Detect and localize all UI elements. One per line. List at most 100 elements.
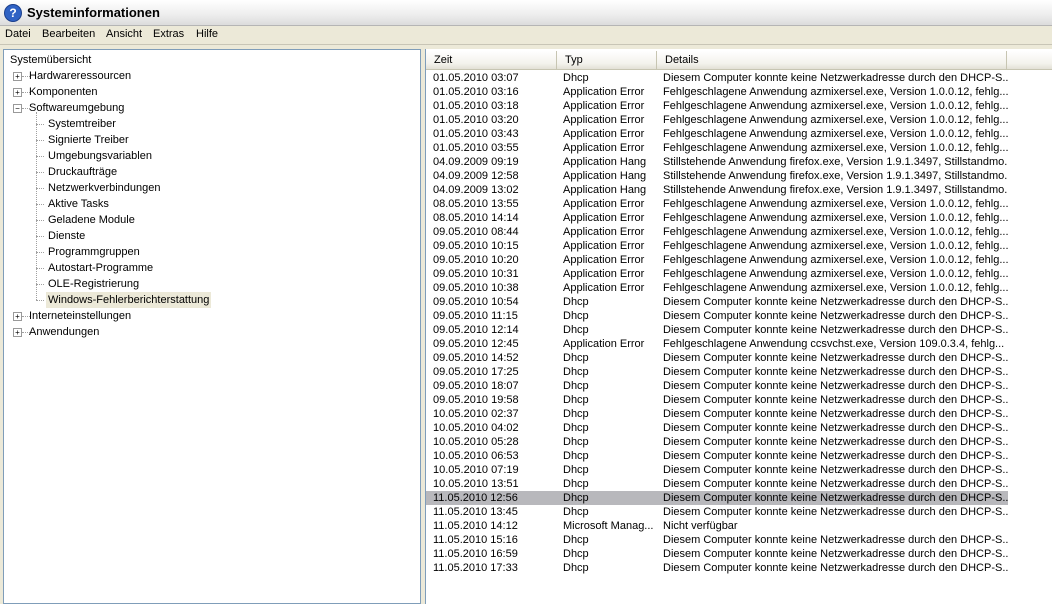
cell-zeit: 08.05.2010 14:14 (433, 212, 519, 224)
menu-extras[interactable]: Extras (153, 28, 184, 40)
column-header-typ[interactable]: Typ (557, 51, 657, 69)
cell-zeit: 11.05.2010 14:12 (433, 520, 518, 532)
table-row[interactable]: 09.05.2010 10:54 Dhcp Diesem Computer konn… (426, 295, 1008, 309)
tree-item-label: Geladene Module (48, 214, 135, 226)
expand-icon[interactable]: + (13, 88, 22, 97)
table-row[interactable]: 09.05.2010 10:31 Application Error Fehlges… (426, 267, 1008, 281)
table-row[interactable]: 11.05.2010 17:33 Dhcp Diesem Computer konn… (426, 561, 1008, 575)
cell-zeit: 10.05.2010 06:53 (433, 450, 519, 462)
cell-typ: Dhcp (563, 72, 589, 84)
cell-zeit: 09.05.2010 18:07 (433, 380, 519, 392)
column-header-zeit[interactable]: Zeit (426, 51, 557, 69)
table-row[interactable]: 11.05.2010 16:59 Dhcp Diesem Computer konn… (426, 547, 1008, 561)
tree-item-label: Interneteinstellungen (29, 310, 132, 322)
table-row[interactable]: 09.05.2010 08:44 Application Error Fehlges… (426, 225, 1008, 239)
cell-details: Fehlgeschlagene Anwendung azmixersel.exe… (663, 86, 1008, 98)
expand-icon[interactable]: + (13, 72, 22, 81)
cell-typ: Application Error (563, 114, 645, 126)
menu-datei[interactable]: Datei (5, 28, 31, 40)
cell-typ: Application Error (563, 212, 645, 224)
table-row[interactable]: 10.05.2010 05:28 Dhcp Diesem Computer konn… (426, 435, 1008, 449)
table-row[interactable]: 08.05.2010 13:55 Application Error Fehlges… (426, 197, 1008, 211)
table-row[interactable]: 10.05.2010 07:19 Dhcp Diesem Computer konn… (426, 463, 1008, 477)
cell-details: Diesem Computer konnte keine Netzwerkadr… (663, 422, 1008, 434)
tree-item-label: Druckaufträge (48, 166, 118, 178)
cell-zeit: 09.05.2010 10:54 (433, 296, 519, 308)
cell-details: Fehlgeschlagene Anwendung azmixersel.exe… (663, 254, 1008, 266)
table-row[interactable]: 09.05.2010 10:15 Application Error Fehlges… (426, 239, 1008, 253)
list-rows: 01.05.2010 03:07 Dhcp Diesem Computer konn… (426, 71, 1052, 575)
cell-details: Diesem Computer konnte keine Netzwerkadr… (663, 352, 1008, 364)
table-row[interactable]: 01.05.2010 03:18 Application Error Fehlges… (426, 99, 1008, 113)
cell-typ: Dhcp (563, 506, 589, 518)
cell-details: Diesem Computer konnte keine Netzwerkadr… (663, 506, 1008, 518)
table-row[interactable]: 01.05.2010 03:55 Application Error Fehlges… (426, 141, 1008, 155)
table-row[interactable]: 10.05.2010 02:37 Dhcp Diesem Computer konn… (426, 407, 1008, 421)
table-row[interactable]: 01.05.2010 03:43 Application Error Fehlges… (426, 127, 1008, 141)
table-row[interactable]: 10.05.2010 06:53 Dhcp Diesem Computer konn… (426, 449, 1008, 463)
cell-details: Fehlgeschlagene Anwendung azmixersel.exe… (663, 114, 1008, 126)
cell-typ: Microsoft Manag... (563, 520, 654, 532)
cell-zeit: 01.05.2010 03:18 (433, 100, 519, 112)
cell-zeit: 11.05.2010 17:33 (433, 562, 518, 574)
tree-item-label: Dienste (48, 230, 86, 242)
table-row[interactable]: 04.09.2009 09:19 Application Hang Stillste… (426, 155, 1008, 169)
table-row[interactable]: 09.05.2010 10:38 Application Error Fehlges… (426, 281, 1008, 295)
tree-connector (36, 188, 44, 189)
cell-details: Fehlgeschlagene Anwendung azmixersel.exe… (663, 240, 1008, 252)
table-row[interactable]: 10.05.2010 13:51 Dhcp Diesem Computer konn… (426, 477, 1008, 491)
category-tree: Systemübersicht + Hardwareressourcen + Komp… (3, 49, 421, 604)
column-header-details[interactable]: Details (657, 51, 1007, 69)
table-row[interactable]: 10.05.2010 04:02 Dhcp Diesem Computer konn… (426, 421, 1008, 435)
cell-details: Diesem Computer konnte keine Netzwerkadr… (663, 324, 1008, 336)
table-row[interactable]: 09.05.2010 11:15 Dhcp Diesem Computer konn… (426, 309, 1008, 323)
expand-icon[interactable]: + (13, 328, 22, 337)
cell-zeit: 11.05.2010 12:56 (433, 492, 518, 504)
table-row[interactable]: 08.05.2010 14:14 Application Error Fehlges… (426, 211, 1008, 225)
cell-typ: Dhcp (563, 352, 589, 364)
table-row[interactable]: 09.05.2010 10:20 Application Error Fehlges… (426, 253, 1008, 267)
cell-typ: Dhcp (563, 534, 589, 546)
menu-bar: Datei Bearbeiten Ansicht Extras Hilfe (0, 26, 1052, 45)
cell-zeit: 09.05.2010 17:25 (433, 366, 519, 378)
table-row[interactable]: 04.09.2009 13:02 Application Hang Stillste… (426, 183, 1008, 197)
table-row[interactable]: 04.09.2009 12:58 Application Hang Stillste… (426, 169, 1008, 183)
cell-details: Diesem Computer konnte keine Netzwerkadr… (663, 408, 1008, 420)
cell-details: Stillstehende Anwendung firefox.exe, Ver… (663, 156, 1008, 168)
cell-details: Diesem Computer konnte keine Netzwerkadr… (663, 436, 1008, 448)
cell-zeit: 09.05.2010 08:44 (433, 226, 519, 238)
cell-typ: Application Error (563, 254, 645, 266)
table-row[interactable]: 01.05.2010 03:20 Application Error Fehlges… (426, 113, 1008, 127)
help-icon[interactable]: ? (4, 4, 22, 22)
table-row[interactable]: 09.05.2010 17:25 Dhcp Diesem Computer konn… (426, 365, 1008, 379)
table-row[interactable]: 11.05.2010 14:12 Microsoft Manag... Nicht … (426, 519, 1008, 533)
cell-typ: Dhcp (563, 436, 589, 448)
collapse-icon[interactable]: − (13, 104, 22, 113)
table-row[interactable]: 09.05.2010 18:07 Dhcp Diesem Computer konn… (426, 379, 1008, 393)
table-row[interactable]: 09.05.2010 14:52 Dhcp Diesem Computer konn… (426, 351, 1008, 365)
tree-connector (36, 156, 44, 157)
expand-icon[interactable]: + (13, 312, 22, 321)
tree-item-label: Softwareumgebung (29, 102, 125, 114)
table-row[interactable]: 11.05.2010 12:56 Dhcp Diesem Computer konn… (426, 491, 1008, 505)
table-row[interactable]: 09.05.2010 12:45 Application Error Fehlges… (426, 337, 1008, 351)
menu-bearbeiten[interactable]: Bearbeiten (42, 28, 95, 40)
table-row[interactable]: 09.05.2010 12:14 Dhcp Diesem Computer konn… (426, 323, 1008, 337)
cell-zeit: 04.09.2009 13:02 (433, 184, 519, 196)
menu-hilfe[interactable]: Hilfe (196, 28, 218, 40)
cell-details: Diesem Computer konnte keine Netzwerkadr… (663, 72, 1008, 84)
table-row[interactable]: 11.05.2010 13:45 Dhcp Diesem Computer konn… (426, 505, 1008, 519)
cell-zeit: 09.05.2010 10:38 (433, 282, 519, 294)
cell-typ: Dhcp (563, 394, 589, 406)
cell-typ: Dhcp (563, 366, 589, 378)
tree-item-label: Aktive Tasks (48, 198, 109, 210)
cell-details: Diesem Computer konnte keine Netzwerkadr… (663, 366, 1008, 378)
tree-connector (36, 300, 44, 301)
menu-ansicht[interactable]: Ansicht (106, 28, 142, 40)
table-row[interactable]: 01.05.2010 03:16 Application Error Fehlges… (426, 85, 1008, 99)
table-row[interactable]: 11.05.2010 15:16 Dhcp Diesem Computer konn… (426, 533, 1008, 547)
table-row[interactable]: 09.05.2010 19:58 Dhcp Diesem Computer konn… (426, 393, 1008, 407)
cell-zeit: 08.05.2010 13:55 (433, 198, 519, 210)
table-row[interactable]: 01.05.2010 03:07 Dhcp Diesem Computer konn… (426, 71, 1008, 85)
cell-zeit: 09.05.2010 10:15 (433, 240, 519, 252)
